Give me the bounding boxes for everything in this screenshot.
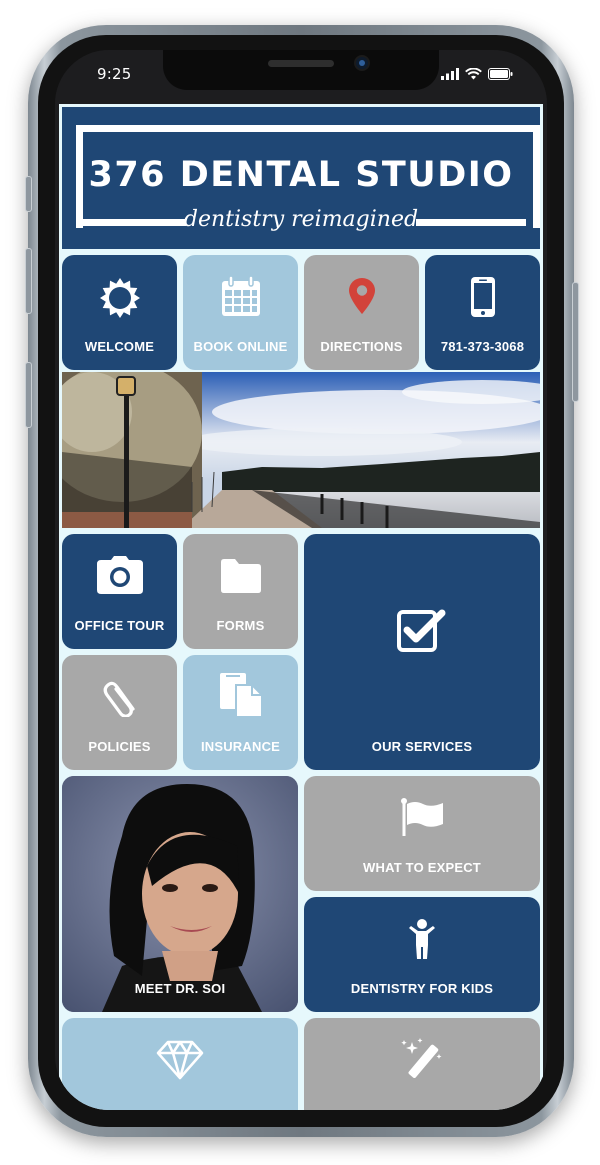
- phone-tile[interactable]: 781-373-3068: [425, 255, 540, 370]
- policies-tile[interactable]: POLICIES: [62, 655, 177, 770]
- documents-icon: [219, 673, 262, 717]
- forms-label: FORMS: [216, 618, 265, 633]
- what-to-expect-tile[interactable]: WHAT TO EXPECT: [304, 776, 540, 891]
- magic-wand-icon: [401, 1038, 442, 1078]
- directions-label: DIRECTIONS: [320, 339, 403, 354]
- status-time: 9:25: [97, 65, 132, 83]
- app-content: 376 DENTAL STUDIO dentistry reimagined W…: [59, 104, 543, 1110]
- mobile-phone-icon: [470, 277, 495, 317]
- checkbox-icon: [397, 609, 446, 652]
- magic-wand-tile[interactable]: [304, 1018, 540, 1110]
- our-services-label: OUR SERVICES: [371, 739, 473, 754]
- dentistry-for-kids-label: DENTISTRY FOR KIDS: [350, 981, 494, 996]
- notch: [163, 50, 439, 90]
- office-tour-tile[interactable]: OFFICE TOUR: [62, 534, 177, 649]
- welcome-label: WELCOME: [84, 339, 155, 354]
- calendar-icon: [221, 275, 260, 316]
- screen: 9:25 376 DENTAL STUDIO dentistry reimagi…: [55, 50, 547, 1110]
- insurance-label: INSURANCE: [200, 739, 281, 754]
- what-to-expect-label: WHAT TO EXPECT: [363, 860, 481, 875]
- logo-title: 376 DENTAL STUDIO: [88, 155, 514, 195]
- speaker-grille: [268, 60, 334, 67]
- doctor-portrait: [62, 776, 298, 1012]
- policies-label: POLICIES: [88, 739, 151, 754]
- book-online-tile[interactable]: BOOK ONLINE: [183, 255, 298, 370]
- banner-photo: [62, 372, 540, 528]
- insurance-tile[interactable]: INSURANCE: [183, 655, 298, 770]
- header-logo[interactable]: 376 DENTAL STUDIO dentistry reimagined: [62, 107, 540, 249]
- signal-icon: [441, 68, 459, 80]
- front-camera: [356, 57, 368, 69]
- meet-doctor-label: MEET DR. SOI: [134, 981, 226, 996]
- mute-switch: [25, 176, 32, 212]
- phone-label: 781-373-3068: [440, 339, 525, 354]
- camera-icon: [96, 556, 143, 594]
- battery-icon: [488, 68, 513, 80]
- logo-tagline: dentistry reimagined: [183, 207, 419, 232]
- folder-icon: [220, 559, 261, 593]
- power-button: [572, 282, 579, 402]
- forms-tile[interactable]: FORMS: [183, 534, 298, 649]
- cosmetic-tile[interactable]: [62, 1018, 298, 1110]
- book-online-label: BOOK ONLINE: [193, 339, 288, 354]
- flag-icon: [401, 798, 443, 836]
- dentistry-for-kids-tile[interactable]: DENTISTRY FOR KIDS: [304, 897, 540, 1012]
- office-tour-label: OFFICE TOUR: [74, 618, 165, 633]
- diamond-icon: [156, 1040, 204, 1080]
- our-services-tile[interactable]: OUR SERVICES: [304, 534, 540, 770]
- welcome-tile[interactable]: WELCOME: [62, 255, 177, 370]
- volume-down-button: [25, 362, 32, 428]
- volume-up-button: [25, 248, 32, 314]
- child-icon: [409, 919, 435, 959]
- status-bar: 9:25: [55, 50, 547, 100]
- map-pin-icon: [348, 278, 375, 314]
- waterfront-photo: [62, 372, 540, 528]
- directions-tile[interactable]: DIRECTIONS: [304, 255, 419, 370]
- sun-icon: [99, 278, 140, 318]
- wifi-icon: [465, 68, 482, 80]
- meet-doctor-tile[interactable]: MEET DR. SOI: [62, 776, 298, 1012]
- paperclip-icon: [103, 681, 135, 717]
